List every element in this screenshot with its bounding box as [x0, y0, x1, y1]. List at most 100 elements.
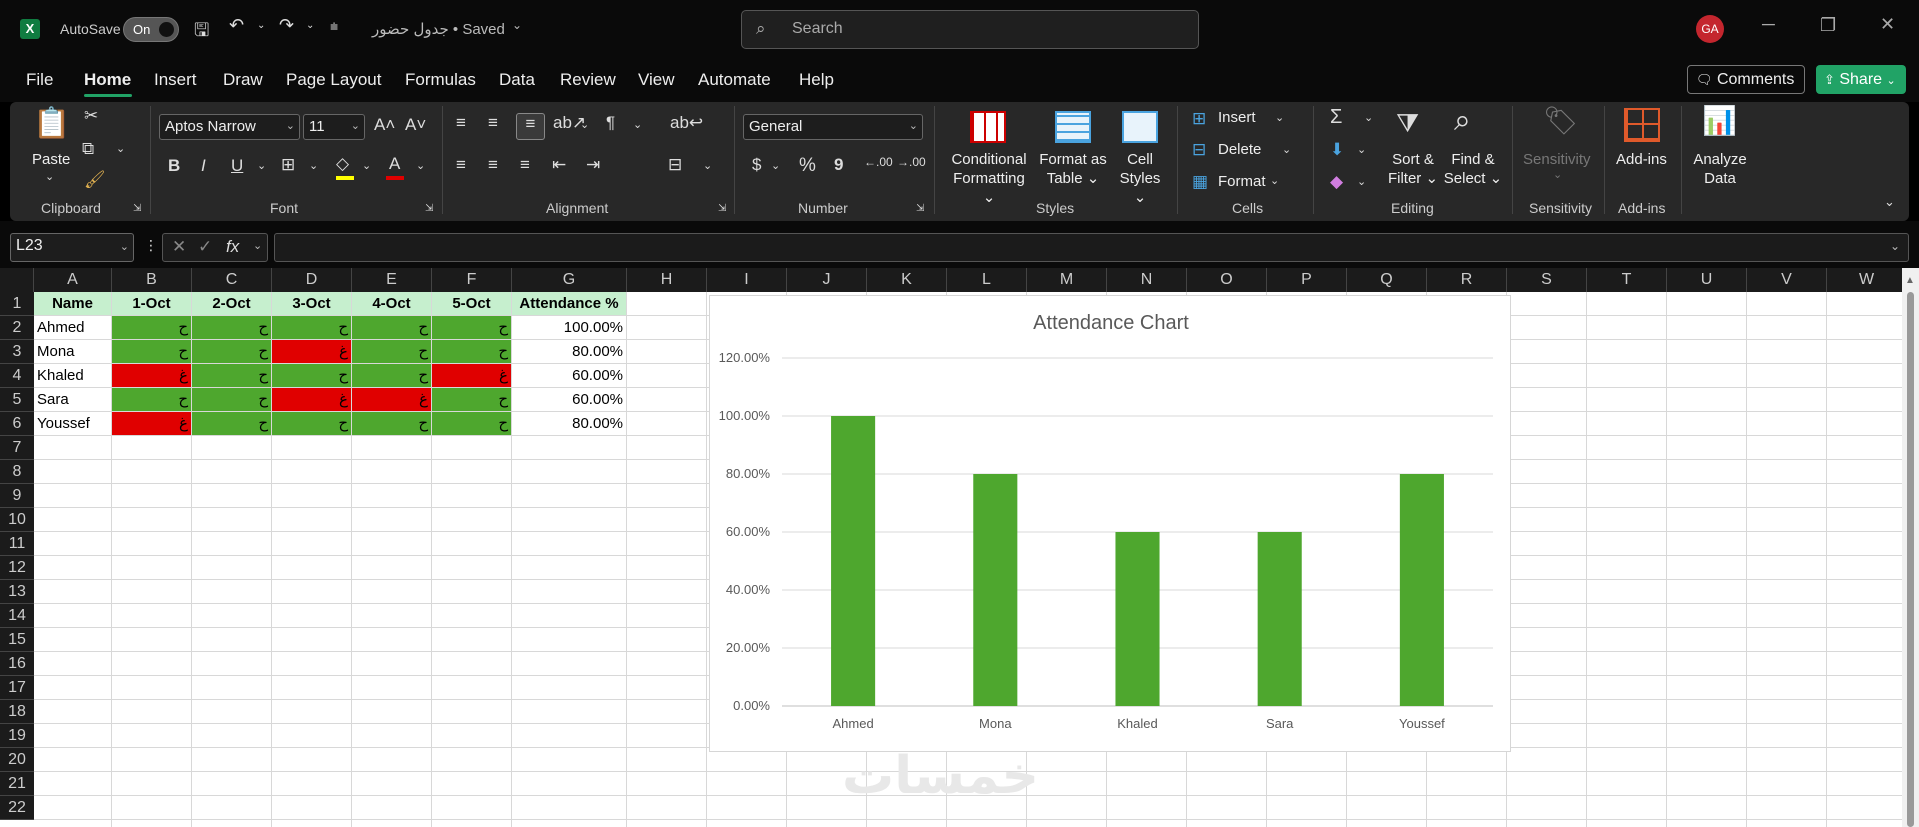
row-header-6[interactable]: 6 [0, 412, 34, 436]
bold-button[interactable]: B [168, 156, 180, 176]
column-header-e[interactable]: E [352, 268, 432, 292]
align-bottom-button[interactable]: ≡ [516, 113, 545, 140]
present-cell[interactable]: ح [432, 388, 511, 411]
clipboard-launcher-icon[interactable]: ⇲ [133, 203, 141, 214]
bar-mona[interactable] [973, 474, 1018, 706]
name-cell[interactable]: Khaled [34, 364, 111, 387]
font-size-combo[interactable]: 11 ⌄ [303, 114, 365, 140]
autosum-chevron-icon[interactable]: ⌄ [1364, 111, 1373, 124]
bar-ahmed[interactable] [831, 416, 876, 706]
fx-chevron-icon[interactable]: ⌄ [253, 239, 262, 252]
present-cell[interactable]: ح [192, 340, 271, 363]
header-cell[interactable]: Attendance % [512, 292, 626, 315]
header-cell[interactable]: 5-Oct [432, 292, 511, 315]
absent-cell[interactable]: غ [272, 388, 351, 411]
row-header-10[interactable]: 10 [0, 508, 34, 532]
present-cell[interactable]: ح [112, 388, 191, 411]
column-header-k[interactable]: K [867, 268, 947, 292]
find-select-label[interactable]: Find & Select ⌄ [1443, 150, 1503, 188]
sort-filter-icon[interactable]: ⧩ [1396, 108, 1419, 140]
conditional-formatting-icon[interactable] [970, 111, 1006, 143]
attendance-percent-cell[interactable]: 80.00% [512, 412, 626, 435]
absent-cell[interactable]: غ [432, 364, 511, 387]
font-launcher-icon[interactable]: ⇲ [425, 203, 433, 214]
currency-chevron-icon[interactable]: ⌄ [771, 159, 780, 172]
menu-home[interactable]: Home [84, 70, 131, 90]
header-cell[interactable]: 2-Oct [192, 292, 271, 315]
align-right-icon[interactable]: ≡ [520, 155, 530, 175]
undo-dropdown-icon[interactable]: ⌄ [257, 20, 265, 31]
absent-cell[interactable]: غ [272, 340, 351, 363]
attendance-percent-cell[interactable]: 60.00% [512, 388, 626, 411]
row-header-18[interactable]: 18 [0, 700, 34, 724]
name-cell[interactable]: Sara [34, 388, 111, 411]
worksheet-grid[interactable]: ABCDEFGHIJKLMNOPQRSTUVW 1 2 3 4 5 6 7 8 9 10 11 12 1… [0, 268, 1919, 827]
present-cell[interactable]: ح [352, 340, 431, 363]
header-cell[interactable]: 4-Oct [352, 292, 431, 315]
column-header-h[interactable]: H [627, 268, 707, 292]
borders-icon[interactable]: ⊞ [281, 155, 295, 175]
attendance-percent-cell[interactable]: 100.00% [512, 316, 626, 339]
attendance-chart[interactable]: Attendance Chart 0.00% 20.00% 40.00% 60.00%… [709, 295, 1511, 752]
increase-decimal-button[interactable]: ←.00 [864, 155, 893, 169]
increase-indent-icon[interactable]: ⇥ [586, 155, 600, 175]
column-header-d[interactable]: D [272, 268, 352, 292]
row-header-17[interactable]: 17 [0, 676, 34, 700]
present-cell[interactable]: ح [352, 364, 431, 387]
customize-qat-icon[interactable]: ⩧ [330, 18, 338, 35]
format-as-table-label[interactable]: Format as Table ⌄ [1033, 150, 1113, 188]
row-header-7[interactable]: 7 [0, 436, 34, 460]
menu-review[interactable]: Review [560, 70, 616, 90]
decrease-indent-icon[interactable]: ⇤ [552, 155, 566, 175]
search-box[interactable]: ⌕ Search [741, 10, 1199, 49]
column-header-u[interactable]: U [1667, 268, 1747, 292]
insert-function-button[interactable]: fx [226, 237, 239, 257]
column-header-q[interactable]: Q [1347, 268, 1427, 292]
column-header-j[interactable]: J [787, 268, 867, 292]
comma-button[interactable]: 9 [834, 155, 843, 175]
fill-icon[interactable]: ⬇ [1330, 140, 1344, 160]
number-launcher-icon[interactable]: ⇲ [916, 203, 924, 214]
addins-button[interactable]: Add-ins [1616, 150, 1667, 169]
avatar[interactable]: GA [1696, 15, 1724, 43]
present-cell[interactable]: ح [192, 412, 271, 435]
row-header-19[interactable]: 19 [0, 724, 34, 748]
row-header-21[interactable]: 21 [0, 772, 34, 796]
present-cell[interactable]: ح [272, 412, 351, 435]
borders-chevron-icon[interactable]: ⌄ [309, 159, 318, 172]
menu-insert[interactable]: Insert [154, 70, 197, 90]
currency-button[interactable]: $ [752, 155, 761, 175]
column-header-p[interactable]: P [1267, 268, 1347, 292]
fill-color-icon[interactable]: ◇ [336, 154, 349, 174]
column-header-f[interactable]: F [432, 268, 512, 292]
insert-chevron-icon[interactable]: ⌄ [1275, 111, 1284, 124]
clear-chevron-icon[interactable]: ⌄ [1357, 175, 1366, 188]
analyze-data-label[interactable]: Analyze Data [1690, 150, 1750, 188]
present-cell[interactable]: ح [432, 316, 511, 339]
merge-chevron-icon[interactable]: ⌄ [703, 159, 712, 172]
close-icon[interactable]: ✕ [1880, 14, 1895, 35]
row-header-3[interactable]: 3 [0, 340, 34, 364]
row-header-12[interactable]: 12 [0, 556, 34, 580]
underline-chevron-icon[interactable]: ⌄ [257, 159, 266, 172]
enter-icon[interactable]: ✓ [198, 237, 212, 257]
menu-automate[interactable]: Automate [698, 70, 771, 90]
underline-button[interactable]: U [231, 156, 243, 176]
paste-chevron-icon[interactable]: ⌄ [45, 170, 54, 183]
sensitivity-button[interactable]: Sensitivity [1523, 150, 1591, 169]
row-header-9[interactable]: 9 [0, 484, 34, 508]
paste-icon[interactable]: 📋 [33, 106, 70, 148]
column-header-c[interactable]: C [192, 268, 272, 292]
name-cell[interactable]: Mona [34, 340, 111, 363]
name-box[interactable]: L23 ⌄ [10, 233, 134, 262]
row-header-15[interactable]: 15 [0, 628, 34, 652]
increase-font-icon[interactable]: A˄ [374, 115, 395, 135]
attendance-percent-cell[interactable]: 80.00% [512, 340, 626, 363]
bar-sara[interactable] [1257, 532, 1302, 706]
clear-icon[interactable]: ◆ [1330, 172, 1343, 192]
column-header-o[interactable]: O [1187, 268, 1267, 292]
alignment-launcher-icon[interactable]: ⇲ [718, 203, 726, 214]
present-cell[interactable]: ح [112, 340, 191, 363]
conditional-formatting-label[interactable]: Conditional Formatting ⌄ [946, 150, 1032, 207]
select-all-corner[interactable] [0, 268, 34, 292]
